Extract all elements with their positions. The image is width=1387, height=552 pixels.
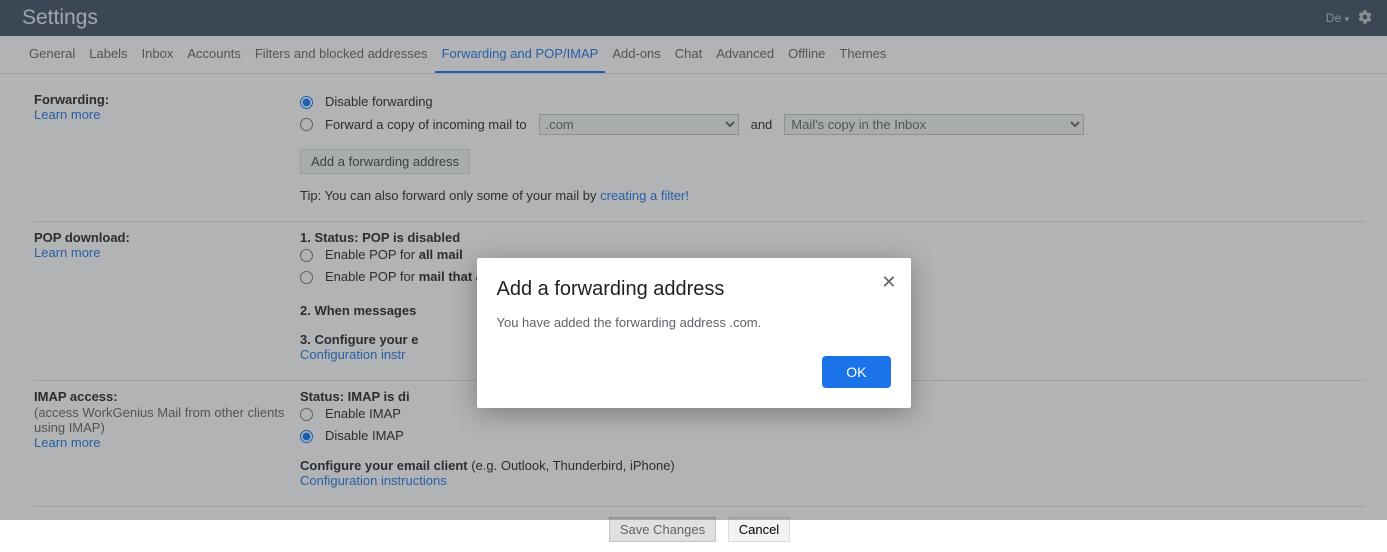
close-icon[interactable]: ✕ xyxy=(881,272,896,293)
cancel-button[interactable]: Cancel xyxy=(728,517,790,542)
modal-body: You have added the forwarding address .c… xyxy=(497,315,891,330)
modal-overlay: ✕ Add a forwarding address You have adde… xyxy=(0,0,1387,520)
ok-button[interactable]: OK xyxy=(822,356,890,388)
modal-title: Add a forwarding address xyxy=(497,278,891,301)
save-changes-button[interactable]: Save Changes xyxy=(609,517,716,542)
add-forwarding-modal: ✕ Add a forwarding address You have adde… xyxy=(477,258,911,408)
